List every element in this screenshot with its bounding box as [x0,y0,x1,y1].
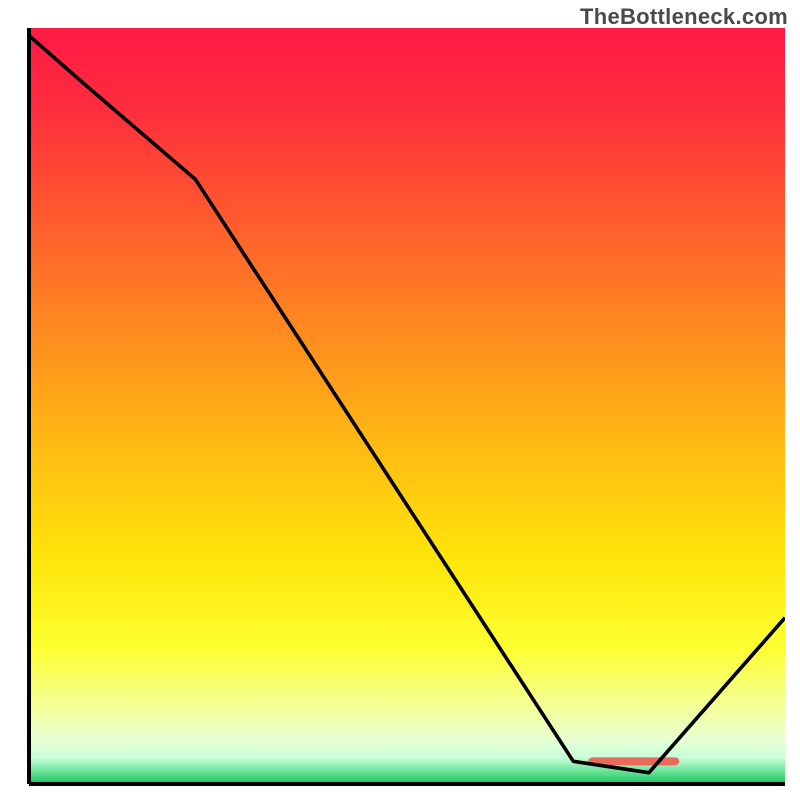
watermark-text: TheBottleneck.com [580,4,788,30]
plot-background [29,28,785,784]
bottleneck-chart [15,28,785,798]
